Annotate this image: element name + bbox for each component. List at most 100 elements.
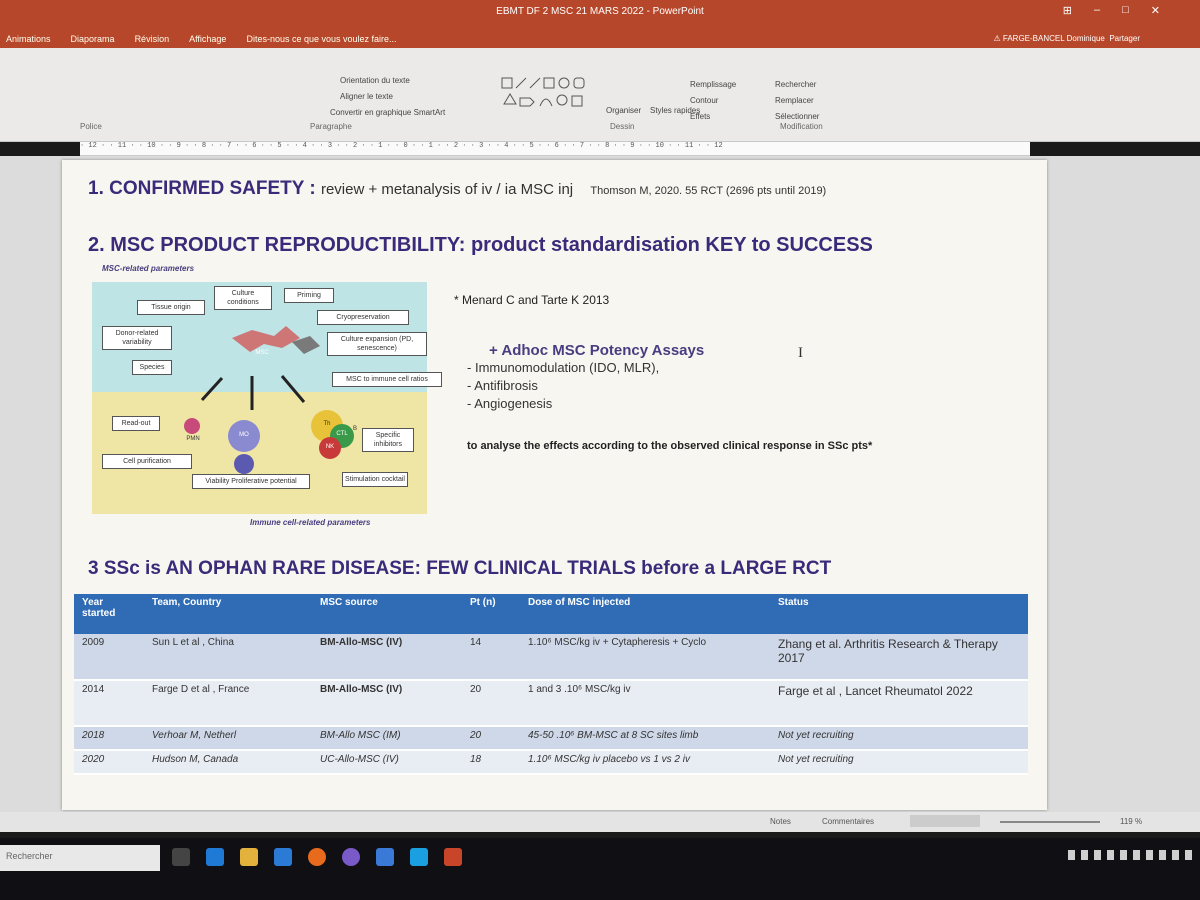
cell-dose: 1.10⁶ MSC/kg iv + Cytapheresis + Cyclo	[520, 634, 770, 681]
align-text-button[interactable]: Aligner le texte	[340, 92, 393, 101]
outline-button[interactable]: Contour	[690, 96, 718, 105]
bullet-text: Angiogenesis	[474, 396, 553, 411]
taskbar-search[interactable]: Rechercher	[0, 845, 160, 871]
group-paragraphe: Paragraphe	[310, 122, 352, 131]
section-1-title: 1. CONFIRMED SAFETY :	[88, 178, 316, 199]
cell-team: Verhoar M, Netherl	[144, 726, 312, 751]
table-row: 2020 Hudson M, Canada UC-Allo-MSC (IV) 1…	[74, 750, 1028, 775]
diagram-bottom-label: Immune cell-related parameters	[250, 518, 371, 527]
skype-icon[interactable]	[410, 848, 428, 866]
shapes-gallery[interactable]	[500, 76, 600, 116]
cell-b: B	[352, 426, 357, 432]
window-controls: ⊞ – □ ✕	[1063, 4, 1160, 17]
cell-dose: 1.10⁶ MSC/kg iv placebo vs 1 vs 2 iv	[520, 750, 770, 775]
minimize-icon[interactable]: –	[1094, 4, 1100, 17]
slide[interactable]: 1. CONFIRMED SAFETY : review + metanalys…	[62, 160, 1047, 810]
cell-source: BM-Allo-MSC (IV)	[312, 680, 462, 727]
bullet-angiogenesis: - Angiogenesis	[467, 396, 553, 411]
cell-pmn: PMN	[186, 436, 200, 442]
select-button[interactable]: Sélectionner	[775, 112, 819, 121]
cell-pt: 20	[462, 680, 520, 727]
tray-icon[interactable]	[1172, 850, 1179, 860]
app-icon[interactable]	[342, 848, 360, 866]
task-view-icon[interactable]	[172, 848, 190, 866]
cell-team: Sun L et al , China	[144, 634, 312, 681]
cell-status: Farge et al , Lancet Rheumatol 2022	[770, 680, 1028, 727]
tray-icon[interactable]	[1094, 850, 1101, 860]
msc-parameters-diagram: Tissue origin Culture conditions Priming…	[92, 268, 442, 530]
adhoc-assays-title: + Adhoc MSC Potency Assays	[489, 342, 705, 359]
view-buttons[interactable]	[910, 815, 980, 827]
header-status: Status	[770, 594, 1028, 634]
cell-ctl: CTL	[336, 431, 348, 437]
replace-button[interactable]: Remplacer	[775, 96, 814, 105]
section-1-reference: Thomson M, 2020. 55 RCT (2696 pts until …	[590, 185, 827, 197]
powerpoint-icon[interactable]	[444, 848, 462, 866]
smartart-button[interactable]: Convertir en graphique SmartArt	[330, 108, 445, 117]
notes-button[interactable]: Notes	[770, 817, 791, 826]
tray-icon[interactable]	[1146, 850, 1153, 860]
cell-pt: 14	[462, 634, 520, 681]
clinical-trials-table: Year started Team, Country MSC source Pt…	[74, 594, 1028, 775]
diagram-arrows	[184, 326, 354, 474]
header-year: Year started	[74, 594, 144, 634]
cell-team: Hudson M, Canada	[144, 750, 312, 775]
tray-icon[interactable]	[1159, 850, 1166, 860]
warning-icon: ⚠	[993, 34, 1001, 43]
maximize-icon[interactable]: □	[1122, 4, 1129, 17]
close-icon[interactable]: ✕	[1151, 4, 1160, 17]
status-bar: Notes Commentaires 119 %	[0, 812, 1200, 832]
cell-msc: MSC	[255, 350, 269, 356]
effects-button[interactable]: Effets	[690, 112, 710, 121]
cell-th: Th	[323, 421, 331, 427]
zoom-app-icon[interactable]	[376, 848, 394, 866]
ruler: · 12 · · 11 · · 10 · · 9 · · 8 · · 7 · ·…	[80, 142, 1030, 156]
cell-year: 2020	[74, 750, 144, 775]
bullet-immunomodulation: - Immunomodulation (IDO, MLR),	[467, 360, 660, 375]
comments-button[interactable]: Commentaires	[822, 817, 874, 826]
header-pt: Pt (n)	[462, 594, 520, 634]
store-icon[interactable]	[274, 848, 292, 866]
tray-icon[interactable]	[1107, 850, 1114, 860]
window-title: EBMT DF 2 MSC 21 MARS 2022 - PowerPoint	[496, 6, 704, 17]
cell-nk: NK	[325, 444, 335, 450]
cell-team: Farge D et al , France	[144, 680, 312, 727]
zoom-level[interactable]: 119 %	[1120, 817, 1142, 826]
zoom-slider[interactable]	[1000, 821, 1100, 823]
cell-status: Not yet recruiting	[770, 726, 1028, 751]
header-dose: Dose of MSC injected	[520, 594, 770, 634]
table-row: 2014 Farge D et al , France BM-Allo-MSC …	[74, 680, 1028, 727]
firefox-icon[interactable]	[308, 848, 326, 866]
cell-status: Not yet recruiting	[770, 750, 1028, 775]
cell-year: 2009	[74, 634, 144, 681]
system-tray	[1068, 850, 1192, 860]
group-police: Police	[80, 122, 102, 131]
cell-year: 2018	[74, 726, 144, 751]
section-2-heading: 2. MSC PRODUCT REPRODUCTIBILITY: product…	[88, 234, 873, 256]
arrange-button[interactable]: Organiser	[606, 106, 641, 115]
fill-button[interactable]: Remplissage	[690, 80, 736, 89]
text-orientation-button[interactable]: Orientation du texte	[340, 76, 410, 85]
section-3-heading: 3 SSc is AN OPHAN RARE DISEASE: FEW CLIN…	[88, 558, 832, 579]
header-source: MSC source	[312, 594, 462, 634]
edge-icon[interactable]	[206, 848, 224, 866]
cell-status: Zhang et al. Arthritis Research & Therap…	[770, 634, 1028, 681]
tray-icon[interactable]	[1081, 850, 1088, 860]
tray-icon[interactable]	[1068, 850, 1075, 860]
tray-icon[interactable]	[1120, 850, 1127, 860]
cell-source: UC-Allo-MSC (IV)	[312, 750, 462, 775]
ribbon-display-icon[interactable]: ⊞	[1063, 4, 1072, 17]
table-row: 2009 Sun L et al , China BM-Allo-MSC (IV…	[74, 634, 1028, 681]
group-modification: Modification	[780, 122, 823, 131]
user-name[interactable]: FARGE-BANCEL Dominique	[1003, 34, 1105, 43]
table-row: 2018 Verhoar M, Netherl BM-Allo MSC (IM)…	[74, 726, 1028, 751]
find-button[interactable]: Rechercher	[775, 80, 816, 89]
share-button[interactable]: Partager	[1109, 34, 1140, 43]
cell-pt: 18	[462, 750, 520, 775]
header-team: Team, Country	[144, 594, 312, 634]
tray-icon[interactable]	[1185, 850, 1192, 860]
tray-icon[interactable]	[1133, 850, 1140, 860]
file-explorer-icon[interactable]	[240, 848, 258, 866]
cell-source: BM-Allo-MSC (IV)	[312, 634, 462, 681]
table-header-row: Year started Team, Country MSC source Pt…	[74, 594, 1028, 634]
